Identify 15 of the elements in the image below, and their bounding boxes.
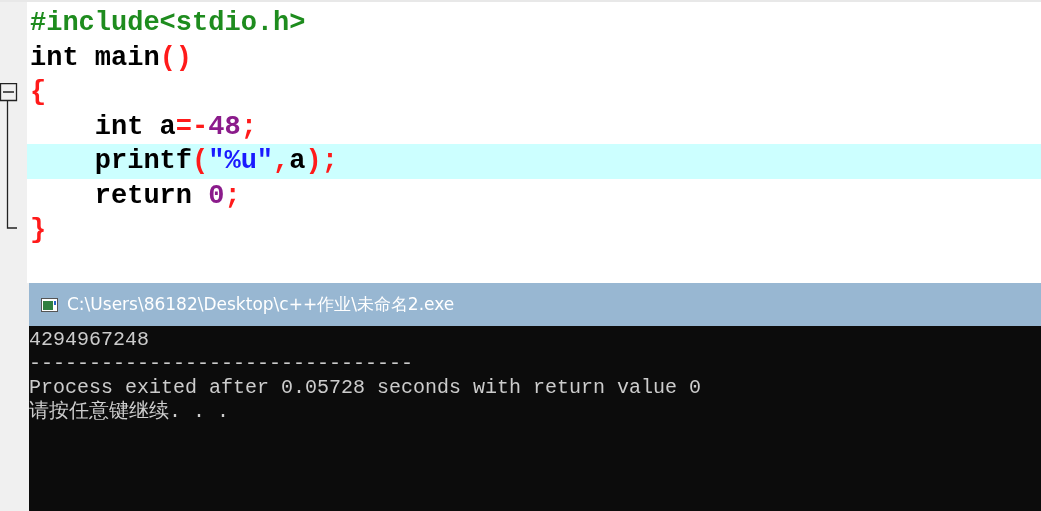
console-icon <box>41 297 58 312</box>
console-output-line: -------------------------------- <box>29 352 415 376</box>
code-line: return 0; <box>93 180 241 211</box>
console-output-line: Process exited after 0.05728 seconds with return value 0 <box>29 376 703 400</box>
code-line: int main() <box>30 42 193 73</box>
code-line: printf("%u",a); <box>93 146 338 176</box>
console-output-line: 4294967248 <box>29 328 151 352</box>
code-line: { <box>30 77 47 107</box>
code-line: #include<stdio.h> <box>30 8 306 38</box>
code-line: } <box>30 215 47 245</box>
code-editor[interactable]: #include<stdio.h> int main() { int a=-48; printf("%u",a); return 0; } <box>0 0 1041 283</box>
window-title: C:\Users\86182\Desktop\c++作业\未命名2.exe <box>67 293 455 316</box>
console-output-line: 请按任意键继续. . . <box>29 400 230 424</box>
code-line: int a=-48; <box>93 111 257 142</box>
fold-marker-drawing[interactable] <box>0 83 18 229</box>
